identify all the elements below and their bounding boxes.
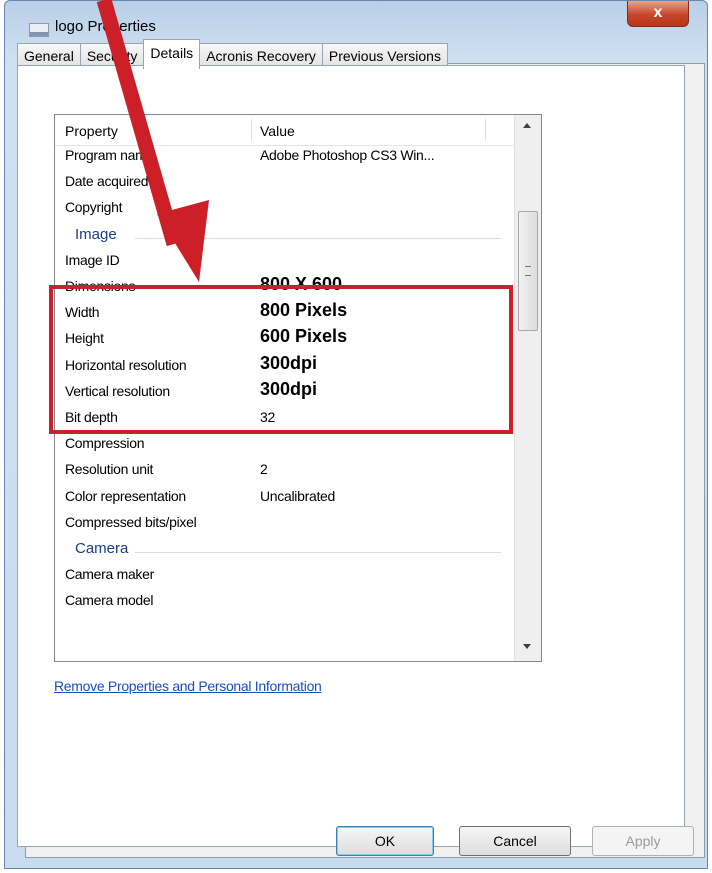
property-name: Compression: [65, 435, 145, 452]
property-name: Camera maker: [65, 566, 154, 583]
property-name: Resolution unit: [65, 461, 154, 478]
group-divider: [135, 237, 501, 239]
group-label: Camera: [75, 540, 135, 557]
property-row[interactable]: Color representation Uncalibrated: [55, 486, 515, 512]
grip-icon: [525, 266, 531, 276]
property-name: Copyright: [65, 199, 123, 216]
ok-button[interactable]: OK: [336, 826, 434, 856]
group-label: Image: [75, 225, 123, 243]
property-row[interactable]: Compressed bits/pixel: [55, 512, 515, 538]
property-row[interactable]: Program name Adobe Photoshop CS3 Win...: [55, 145, 515, 171]
property-row[interactable]: Compression: [55, 433, 515, 459]
property-name: Compressed bits/pixel: [65, 513, 197, 530]
cancel-button[interactable]: Cancel: [459, 826, 571, 856]
scroll-thumb[interactable]: [518, 211, 538, 331]
column-separator[interactable]: [485, 119, 486, 141]
property-name: Date acquired: [65, 173, 149, 190]
property-row[interactable]: Image ID: [55, 250, 515, 276]
title-bar[interactable]: logo Properties x: [5, 1, 707, 43]
property-value: Uncalibrated: [260, 487, 335, 504]
column-separator[interactable]: [251, 119, 252, 141]
tab-security[interactable]: Security: [79, 43, 145, 67]
tab-acronis-recovery[interactable]: Acronis Recovery: [199, 43, 323, 67]
apply-button[interactable]: Apply: [592, 826, 694, 856]
property-value: Adobe Photoshop CS3 Win...: [260, 147, 435, 163]
scroll-down-icon[interactable]: [523, 644, 531, 649]
group-header: Camera: [55, 538, 515, 564]
highlight-box: [49, 285, 513, 434]
remove-properties-link[interactable]: Remove Properties and Personal Informati…: [54, 678, 322, 694]
property-name: Image ID: [65, 251, 120, 268]
property-name: Program name: [65, 147, 154, 163]
window-icon: [29, 23, 49, 37]
scroll-up-icon[interactable]: [523, 123, 531, 128]
window-title: logo Properties: [55, 18, 156, 35]
property-row[interactable]: Camera maker: [55, 564, 515, 590]
tab-details[interactable]: Details: [143, 39, 201, 69]
property-row[interactable]: Camera model: [55, 590, 515, 616]
column-header-value[interactable]: Value: [260, 123, 295, 139]
list-header: Property Value: [55, 115, 541, 146]
property-name: Camera model: [65, 592, 154, 609]
property-name: Color representation: [65, 487, 186, 504]
tab-strip: General Security Details Acronis Recovery Pr…: [17, 39, 448, 69]
column-header-property[interactable]: Property: [65, 123, 118, 139]
group-divider: [135, 552, 501, 553]
group-header: Image: [55, 224, 515, 250]
close-button[interactable]: x: [627, 1, 689, 27]
property-row[interactable]: Date acquired: [55, 171, 515, 197]
vertical-scrollbar[interactable]: [514, 115, 541, 661]
property-value: 2: [260, 461, 268, 478]
tab-previous-versions[interactable]: Previous Versions: [321, 43, 448, 67]
property-row[interactable]: Resolution unit 2: [55, 459, 515, 485]
property-row[interactable]: Copyright: [55, 197, 515, 223]
tab-general[interactable]: General: [17, 43, 81, 67]
